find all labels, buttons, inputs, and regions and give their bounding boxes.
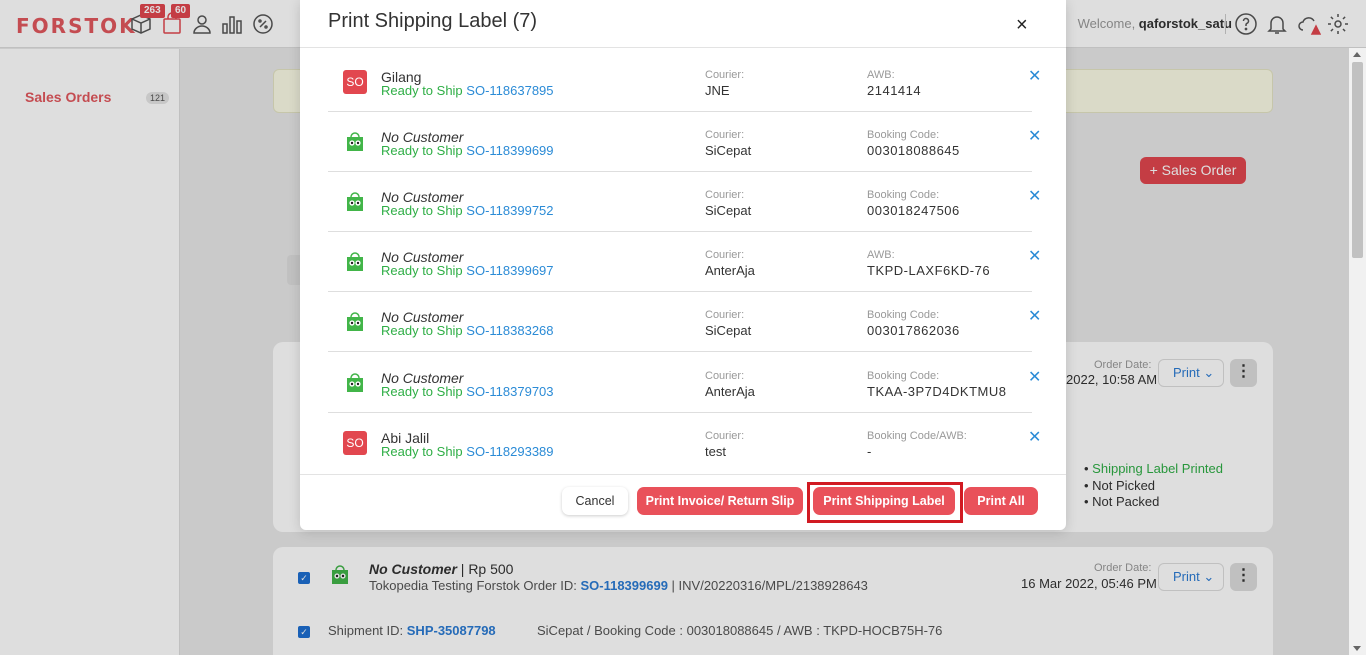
sales-order-link[interactable]: SO-118637895 — [466, 83, 553, 98]
code-value: 003018088645 — [867, 143, 960, 158]
remove-icon[interactable]: ✕ — [1028, 367, 1041, 387]
courier-value: test — [705, 444, 726, 459]
list-item: No Customer Ready to Ship SO-118399697 C… — [328, 232, 1041, 292]
code-value: TKAA-3P7D4DKTMU8 — [867, 384, 1007, 399]
scroll-down-arrow[interactable] — [1353, 646, 1361, 651]
code-value: TKPD-LAXF6KD-76 — [867, 263, 991, 278]
code-value: 003017862036 — [867, 323, 960, 338]
close-icon[interactable]: × — [1016, 14, 1028, 37]
courier-value: JNE — [705, 83, 730, 98]
list-item: No Customer Ready to Ship SO-118399699 C… — [328, 112, 1041, 172]
courier-value: SiCepat — [705, 323, 752, 338]
page-scrollbar[interactable] — [1349, 48, 1366, 655]
order-status: Ready to Ship SO-118399752 — [381, 203, 554, 218]
courier-value: AnterAja — [705, 384, 755, 399]
scrollbar-thumb[interactable] — [1352, 62, 1363, 258]
order-status: Ready to Ship SO-118379703 — [381, 384, 554, 399]
code-label: AWB: — [867, 69, 895, 81]
courier-label: Courier: — [705, 189, 745, 201]
courier-label: Courier: — [705, 370, 745, 382]
remove-icon[interactable]: ✕ — [1028, 427, 1041, 447]
courier-label: Courier: — [705, 309, 745, 321]
print-all-button[interactable]: Print All — [964, 487, 1038, 515]
tokopedia-icon — [347, 252, 363, 271]
code-label: Booking Code: — [867, 129, 940, 141]
scroll-up-arrow[interactable] — [1353, 52, 1361, 57]
code-value: - — [867, 444, 872, 459]
sales-order-link[interactable]: SO-118383268 — [466, 323, 553, 338]
order-status: Ready to Ship SO-118637895 — [381, 83, 554, 98]
code-label: AWB: — [867, 249, 895, 261]
tokopedia-icon — [347, 373, 363, 392]
code-value: 2141414 — [867, 83, 922, 98]
code-label: Booking Code/AWB: — [867, 430, 967, 442]
order-status: Ready to Ship SO-118383268 — [381, 323, 554, 338]
list-item: No Customer Ready to Ship SO-118379703 C… — [328, 353, 1041, 413]
print-shipping-label-modal: Print Shipping Label (7) × SO Gilang Rea… — [300, 0, 1066, 530]
list-item: No Customer Ready to Ship SO-118399752 C… — [328, 172, 1041, 232]
courier-value: SiCepat — [705, 143, 752, 158]
print-invoice-button[interactable]: Print Invoice/ Return Slip — [637, 487, 803, 515]
remove-icon[interactable]: ✕ — [1028, 186, 1041, 206]
courier-label: Courier: — [705, 129, 745, 141]
list-item: SO Abi Jalil Ready to Ship SO-118293389 … — [328, 413, 1041, 472]
sales-order-icon: SO — [343, 431, 367, 455]
code-label: Booking Code: — [867, 309, 940, 321]
sales-order-link[interactable]: SO-118293389 — [466, 444, 553, 459]
divider — [300, 474, 1066, 475]
order-status: Ready to Ship SO-118399697 — [381, 263, 554, 278]
remove-icon[interactable]: ✕ — [1028, 306, 1041, 326]
remove-icon[interactable]: ✕ — [1028, 66, 1041, 86]
print-shipping-label-button[interactable]: Print Shipping Label — [813, 487, 955, 515]
sales-order-link[interactable]: SO-118399697 — [466, 263, 553, 278]
tokopedia-icon — [347, 132, 363, 151]
courier-value: AnterAja — [705, 263, 755, 278]
courier-value: SiCepat — [705, 203, 752, 218]
code-label: Booking Code: — [867, 370, 940, 382]
code-value: 003018247506 — [867, 203, 960, 218]
sales-order-icon: SO — [343, 70, 367, 94]
sales-order-link[interactable]: SO-118399699 — [466, 143, 553, 158]
modal-title: Print Shipping Label (7) — [328, 10, 538, 32]
courier-label: Courier: — [705, 69, 745, 81]
divider — [300, 47, 1066, 48]
courier-label: Courier: — [705, 249, 745, 261]
list-item: SO Gilang Ready to Ship SO-118637895 Cou… — [328, 52, 1041, 112]
sales-order-link[interactable]: SO-118399752 — [466, 203, 553, 218]
remove-icon[interactable]: ✕ — [1028, 126, 1041, 146]
cancel-button[interactable]: Cancel — [562, 487, 628, 515]
code-label: Booking Code: — [867, 189, 940, 201]
remove-icon[interactable]: ✕ — [1028, 246, 1041, 266]
courier-label: Courier: — [705, 430, 745, 442]
sales-order-link[interactable]: SO-118379703 — [466, 384, 553, 399]
order-status: Ready to Ship SO-118399699 — [381, 143, 554, 158]
order-status: Ready to Ship SO-118293389 — [381, 444, 554, 459]
shipping-label-list: SO Gilang Ready to Ship SO-118637895 Cou… — [328, 52, 1046, 472]
tokopedia-icon — [347, 312, 363, 331]
list-item: No Customer Ready to Ship SO-118383268 C… — [328, 292, 1041, 352]
tokopedia-icon — [347, 192, 363, 211]
